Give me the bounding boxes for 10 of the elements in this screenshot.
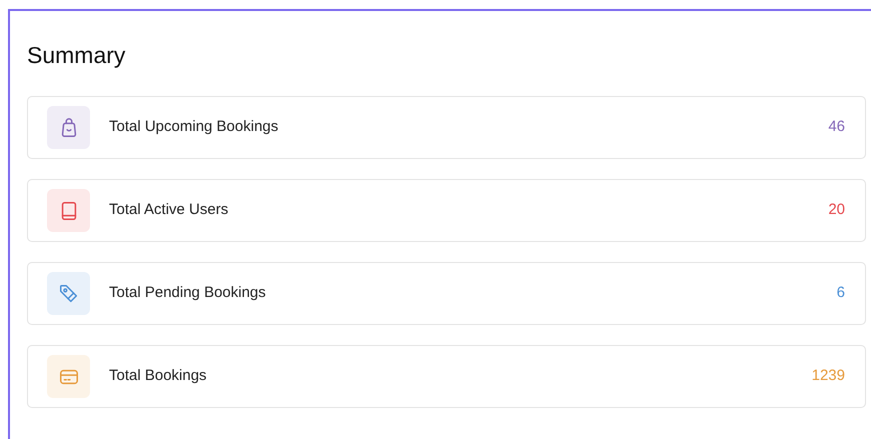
stat-value: 1239: [812, 366, 845, 386]
stat-label: Total Pending Bookings: [109, 283, 267, 304]
panel-title: Summary: [27, 41, 126, 70]
stat-label: Total Upcoming Bookings: [109, 117, 280, 138]
stat-value: 46: [828, 117, 845, 138]
stat-value: 20: [828, 200, 845, 220]
stat-value: 6: [836, 283, 845, 304]
stat-label: Total Active Users: [109, 200, 230, 220]
stat-label: Total Bookings: [109, 366, 208, 386]
tag-icon: [58, 282, 80, 304]
